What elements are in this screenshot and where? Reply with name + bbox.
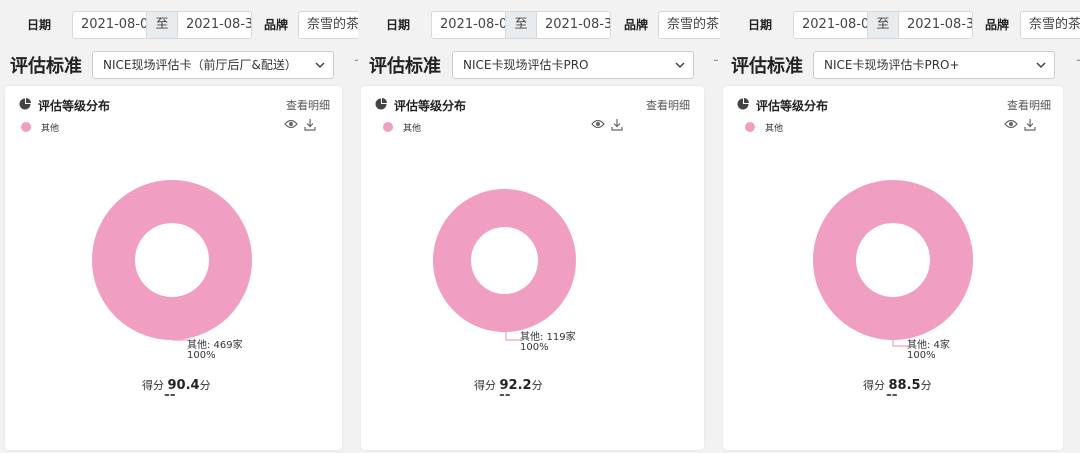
edge-glyph: -: [713, 50, 719, 69]
view-detail-link[interactable]: 查看明细: [1007, 97, 1051, 113]
filter-bar: 日期 2021-08-0 至 2021-08-3 品牌 奈雪的茶: [720, 11, 1080, 39]
score-sub: --: [164, 387, 176, 403]
pie-chart-icon: [737, 98, 749, 110]
date-from-input[interactable]: 2021-08-0: [72, 11, 147, 39]
date-range-separator: 至: [506, 11, 536, 39]
eye-icon[interactable]: [284, 119, 298, 129]
criteria-select-value: NICE现场评估卡（前厅后厂&配送）: [103, 58, 297, 72]
pie-chart-icon: [19, 98, 31, 110]
download-icon[interactable]: [304, 118, 316, 131]
card-title: 评估等级分布: [394, 99, 467, 113]
panel-2: 日期 2021-08-0 至 2021-08-3 品牌 奈雪的茶 评估标准 NI…: [358, 0, 720, 453]
chevron-down-icon: [315, 62, 325, 69]
date-from-input[interactable]: 2021-08-0: [793, 11, 868, 39]
criteria-label: 评估标准: [10, 56, 82, 77]
score-prefix: 得分: [863, 379, 885, 392]
criteria-select[interactable]: NICE现场评估卡（前厅后厂&配送）: [92, 51, 334, 79]
distribution-card: 评估等级分布 查看明细 其他 其他: 4家 100% 得分 88.5分 --: [723, 86, 1063, 450]
panel-3: 日期 2021-08-0 至 2021-08-3 品牌 奈雪的茶 评估标准 NI…: [720, 0, 1080, 453]
score-unit: 分: [199, 379, 211, 392]
legend-label: 其他: [765, 124, 784, 134]
date-range-separator: 至: [868, 11, 898, 39]
view-detail-link[interactable]: 查看明细: [646, 97, 690, 113]
brand-label: 品牌: [624, 18, 649, 32]
donut-slice[interactable]: [433, 189, 576, 332]
slice-label-percent: 100%: [907, 350, 936, 361]
brand-select[interactable]: 奈雪的茶: [658, 11, 720, 39]
date-label: 日期: [748, 18, 773, 32]
criteria-select[interactable]: NICE卡现场评估卡PRO: [452, 51, 694, 79]
download-icon[interactable]: [1024, 118, 1036, 131]
chevron-down-icon: [1036, 62, 1046, 69]
slice-label-percent: 100%: [520, 342, 549, 353]
download-icon[interactable]: [611, 118, 623, 131]
donut-chart: [813, 180, 973, 340]
criteria-label: 评估标准: [369, 56, 441, 77]
eye-icon[interactable]: [591, 119, 605, 129]
slice-label-percent: 100%: [187, 350, 216, 361]
score-unit: 分: [920, 379, 932, 392]
criteria-select-value: NICE卡现场评估卡PRO: [463, 58, 589, 72]
distribution-card: 评估等级分布 查看明细 其他 其他: 119家 100% 得分 92.2分 --: [361, 86, 704, 450]
view-detail-link[interactable]: 查看明细: [286, 97, 330, 113]
brand-label: 品牌: [985, 18, 1010, 32]
eye-icon[interactable]: [1004, 119, 1018, 129]
date-to-input[interactable]: 2021-08-3: [536, 11, 611, 39]
score-sub: --: [499, 387, 511, 403]
score-prefix: 得分: [474, 379, 496, 392]
legend-label: 其他: [403, 124, 422, 134]
distribution-card: 评估等级分布 查看明细 其他 其他: 469家 100% 得分 90.4分 --: [5, 86, 342, 450]
brand-select[interactable]: 奈雪的茶: [1020, 11, 1080, 39]
legend-swatch: [21, 122, 31, 132]
chevron-down-icon: [675, 62, 685, 69]
legend-swatch: [383, 122, 393, 132]
donut-chart: [433, 189, 576, 332]
date-from-input[interactable]: 2021-08-0: [431, 11, 506, 39]
score-prefix: 得分: [142, 379, 164, 392]
filter-bar: 日期 2021-08-0 至 2021-08-3 品牌 奈雪的茶: [358, 11, 720, 39]
score-unit: 分: [531, 379, 543, 392]
date-to-input[interactable]: 2021-08-3: [898, 11, 973, 39]
pie-chart-icon: [375, 98, 387, 110]
slice-label: 其他: 469家 100%: [187, 341, 243, 361]
slice-label: 其他: 4家 100%: [907, 341, 950, 361]
date-range-separator: 至: [147, 11, 177, 39]
panel-1: 日期 2021-08-0 至 2021-08-3 品牌 奈雪的茶 评估标准 NI…: [0, 0, 358, 453]
criteria-label: 评估标准: [731, 56, 803, 77]
date-label: 日期: [386, 18, 411, 32]
criteria-select[interactable]: NICE卡现场评估卡PRO+: [813, 51, 1055, 79]
date-to-input[interactable]: 2021-08-3: [177, 11, 252, 39]
donut-slice[interactable]: [813, 180, 973, 340]
slice-label: 其他: 119家 100%: [520, 333, 576, 353]
brand-select[interactable]: 奈雪的茶: [298, 11, 358, 39]
filter-bar: 日期 2021-08-0 至 2021-08-3 品牌 奈雪的茶: [0, 11, 358, 39]
brand-label: 品牌: [264, 18, 289, 32]
legend-swatch: [745, 122, 755, 132]
edge-glyph: -: [1076, 50, 1080, 69]
card-title: 评估等级分布: [38, 99, 111, 113]
score: 得分 90.4分: [142, 377, 211, 393]
score-sub: --: [886, 387, 898, 403]
criteria-select-value: NICE卡现场评估卡PRO+: [824, 58, 960, 72]
donut-slice[interactable]: [92, 180, 252, 340]
card-title: 评估等级分布: [756, 99, 829, 113]
donut-chart: [92, 180, 252, 340]
legend-label: 其他: [41, 124, 60, 134]
date-label: 日期: [27, 18, 52, 32]
